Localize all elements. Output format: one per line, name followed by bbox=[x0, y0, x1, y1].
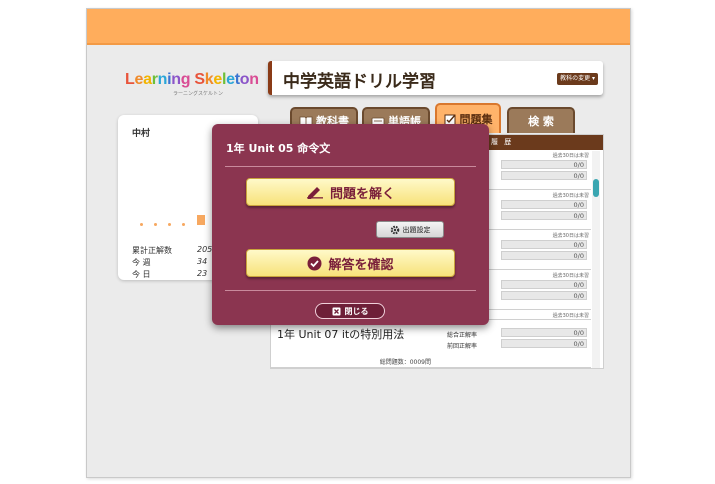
top-banner bbox=[87, 9, 630, 45]
stat-value-week: 34 bbox=[197, 257, 208, 266]
question-count: 総問題数：0009問 bbox=[379, 359, 431, 366]
past-note: 過去30日は未習 bbox=[552, 153, 589, 159]
rate-bar: 0/0 bbox=[501, 328, 587, 337]
history-header: 履 歴 bbox=[491, 138, 514, 146]
rate-bar: 0/0 bbox=[501, 200, 587, 209]
app-window: Learning Skeleton ラーニングスケルトン 中学英語ドリル学習 教… bbox=[86, 8, 631, 478]
chart-dot bbox=[140, 223, 143, 226]
last-rate-label: 前回正解率 bbox=[447, 343, 478, 350]
answers-label: 解答を確認 bbox=[328, 257, 394, 273]
check-answers-button[interactable]: 解答を確認 bbox=[246, 249, 455, 277]
change-subject-label: 教科の変更 bbox=[560, 75, 591, 82]
gear-icon bbox=[390, 225, 399, 234]
solve-label: 問題を解く bbox=[329, 186, 395, 202]
question-settings-button[interactable]: 出題設定 bbox=[376, 221, 444, 238]
chart-dot bbox=[182, 223, 185, 226]
settings-label: 出題設定 bbox=[402, 225, 431, 234]
list-item-unit-07[interactable]: 1年 Unit 07 itの特別用法 総合正解率 前回正解率 0/0 0/0 総… bbox=[271, 320, 591, 368]
past-note: 過去30日は未習 bbox=[552, 313, 589, 319]
logo-subtitle: ラーニングスケルトン bbox=[173, 91, 224, 97]
divider bbox=[225, 290, 476, 291]
past-note: 過去30日は未習 bbox=[552, 233, 589, 239]
scrollbar[interactable] bbox=[592, 151, 600, 368]
scrollbar-thumb[interactable] bbox=[593, 179, 599, 197]
stat-value-today: 23 bbox=[197, 269, 208, 278]
unit-title: 1年 Unit 07 itの特別用法 bbox=[277, 328, 405, 341]
rate-bar: 0/0 bbox=[501, 291, 587, 300]
rate-bar: 0/0 bbox=[501, 160, 587, 169]
checkmark-circle-icon bbox=[307, 256, 322, 270]
chart-dot bbox=[168, 223, 171, 226]
rate-bar: 0/0 bbox=[501, 240, 587, 249]
close-button[interactable]: 閉じる bbox=[315, 303, 385, 319]
app-title: 中学英語ドリル学習 bbox=[283, 72, 436, 92]
app-title-bar: 中学英語ドリル学習 教科の変更 ▾ bbox=[268, 61, 603, 95]
dialog-title: 1年 Unit 05 命令文 bbox=[226, 142, 331, 155]
stat-value-total: 205 bbox=[197, 245, 213, 254]
chart-bar bbox=[197, 215, 205, 225]
rate-bar: 0/0 bbox=[501, 280, 587, 289]
logo-text: Learning Skeleton bbox=[125, 71, 259, 88]
rate-bar: 0/0 bbox=[501, 339, 587, 348]
stat-label-week: 今 週 bbox=[132, 258, 151, 267]
close-label: 閉じる bbox=[344, 306, 369, 316]
close-icon bbox=[332, 307, 340, 315]
stat-label-total: 累計正解数 bbox=[132, 246, 172, 255]
rate-bar: 0/0 bbox=[501, 171, 587, 180]
change-subject-button[interactable]: 教科の変更 ▾ bbox=[557, 73, 598, 85]
tab-label: 検 索 bbox=[528, 115, 554, 128]
pencil-icon bbox=[306, 187, 323, 199]
rate-bar: 0/0 bbox=[501, 251, 587, 260]
logo: Learning Skeleton ラーニングスケルトン bbox=[125, 71, 259, 101]
past-note: 過去30日は未習 bbox=[552, 193, 589, 199]
divider bbox=[225, 166, 476, 167]
unit-action-dialog: 1年 Unit 05 命令文 問題を解く 出題設定 解答を確認 閉じる bbox=[212, 124, 489, 325]
user-name: 中村 bbox=[132, 129, 151, 139]
solve-problems-button[interactable]: 問題を解く bbox=[246, 178, 455, 206]
past-note: 過去30日は未習 bbox=[552, 273, 589, 279]
total-rate-label: 総合正解率 bbox=[447, 332, 478, 339]
chart-dot bbox=[154, 223, 157, 226]
tab-search[interactable]: 検 索 bbox=[507, 107, 575, 133]
stat-label-today: 今 日 bbox=[132, 270, 151, 279]
rate-bar: 0/0 bbox=[501, 211, 587, 220]
